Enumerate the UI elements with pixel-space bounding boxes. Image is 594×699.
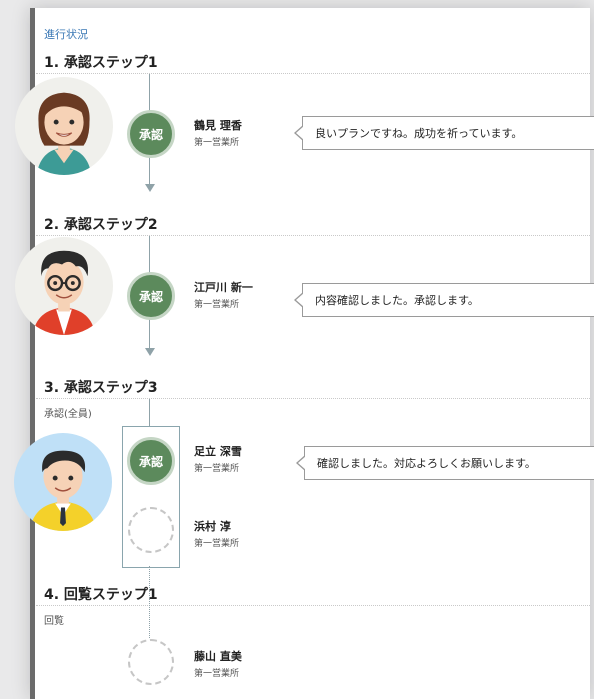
pending-status-icon (128, 507, 174, 553)
approver-org: 第一営業所 (194, 300, 240, 310)
avatar-man-yellow-icon[interactable] (14, 433, 112, 531)
reviewer-org: 第一営業所 (194, 669, 240, 679)
comment-text: 内容確認しました。承認します。 (315, 294, 479, 307)
approved-badge: 承認 (127, 272, 175, 320)
comment-text: 確認しました。対応よろしくお願いします。 (317, 457, 536, 470)
approver-name[interactable]: 足立 深雪 (194, 443, 242, 459)
connector-arrow-icon (145, 184, 155, 192)
approver-org: 第一営業所 (194, 539, 240, 549)
step-2-divider (36, 235, 590, 236)
comment-bubble: 良いプランですね。成功を祈っています。 (294, 116, 594, 150)
comment-bubble: 内容確認しました。承認します。 (294, 283, 594, 317)
approver-name[interactable]: 江戸川 新一 (194, 279, 253, 295)
avatar-man-glasses-icon[interactable] (15, 237, 113, 335)
step-3-title: 3. 承認ステップ3 (44, 380, 158, 396)
reviewer-name[interactable]: 藤山 直美 (194, 648, 242, 664)
pending-status-icon (128, 639, 174, 685)
comment-bubble: 確認しました。対応よろしくお願いします。 (296, 446, 594, 480)
step-4-title: 4. 回覧ステップ1 (44, 587, 158, 603)
comment-text: 良いプランですね。成功を祈っています。 (315, 127, 523, 140)
step-2-title: 2. 承認ステップ2 (44, 217, 158, 233)
step-3-divider (36, 398, 590, 399)
connector-line (149, 399, 150, 427)
step-4-divider (36, 605, 590, 606)
approver-name[interactable]: 鶴見 理香 (194, 117, 242, 133)
step-3-subtitle: 承認(全員) (44, 409, 92, 420)
connector-arrow-icon (145, 348, 155, 356)
step-1-title: 1. 承認ステップ1 (44, 55, 158, 71)
step-4-subtitle: 回覧 (44, 616, 64, 627)
approved-badge: 承認 (127, 437, 175, 485)
section-title: 進行状況 (44, 28, 88, 41)
approved-badge: 承認 (127, 110, 175, 158)
connector-line-dotted (149, 566, 150, 640)
approver-org: 第一営業所 (194, 464, 240, 474)
avatar-woman-icon[interactable] (15, 77, 113, 175)
step-1-divider (36, 73, 590, 74)
approver-org: 第一営業所 (194, 138, 240, 148)
approver-name[interactable]: 浜村 淳 (194, 518, 231, 534)
